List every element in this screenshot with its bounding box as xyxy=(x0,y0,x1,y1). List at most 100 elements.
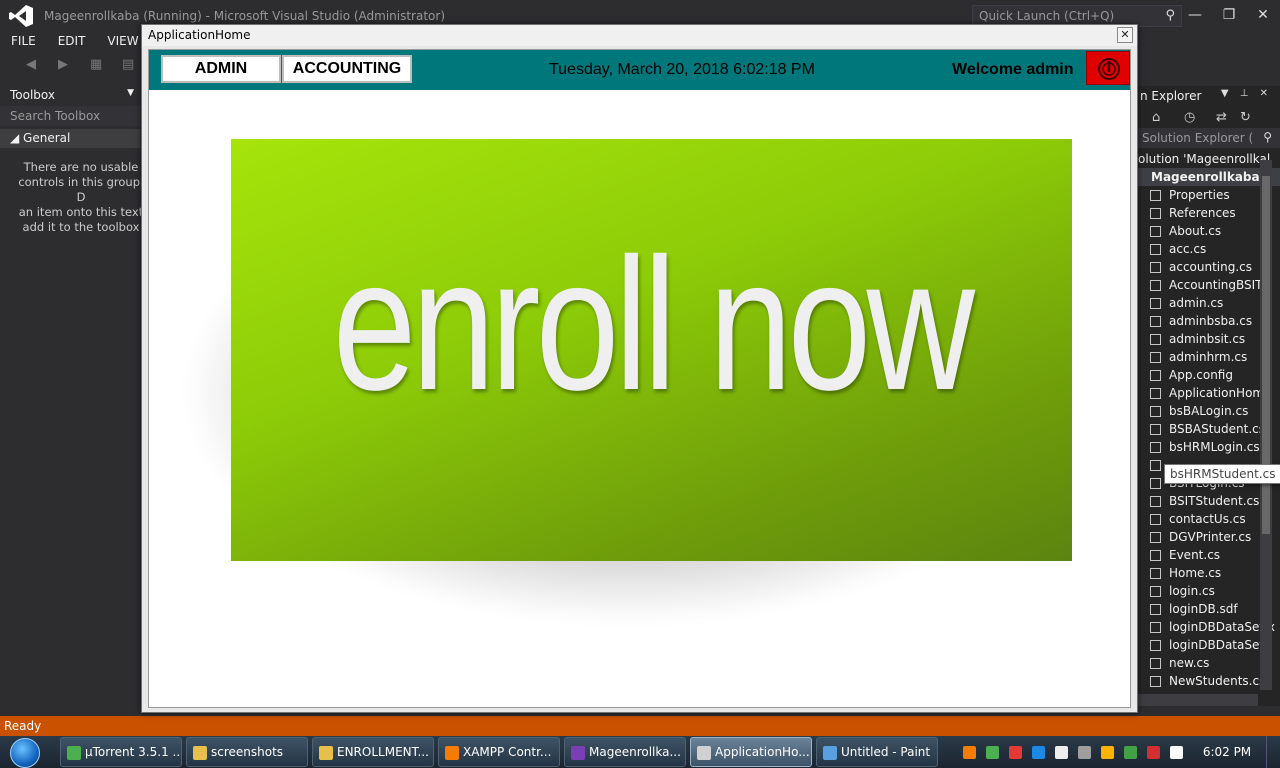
taskbar-item[interactable]: µTorrent 3.5.1 ... xyxy=(60,737,182,767)
new-project-icon[interactable]: ▦ xyxy=(90,57,102,72)
app-icon xyxy=(319,746,333,760)
solution-item[interactable]: Event.cs xyxy=(1138,546,1280,564)
xampp-tray-icon[interactable] xyxy=(963,745,976,759)
solution-item[interactable]: ApplicationHom xyxy=(1138,384,1280,402)
solution-item[interactable]: BSITStudent.cs xyxy=(1138,492,1280,510)
sync-icon[interactable]: ⇄ xyxy=(1216,110,1227,125)
solution-item[interactable]: BSBAStudent.cs xyxy=(1138,420,1280,438)
app-icon xyxy=(193,746,207,760)
status-bar: Ready xyxy=(0,716,1280,736)
close-button[interactable]: ✕ xyxy=(1246,0,1280,30)
solution-item-label: NewStudents.cs xyxy=(1169,674,1266,688)
toolbox-group-general[interactable]: ◢ General xyxy=(0,129,140,148)
solution-tree: olution 'Mageenrollkal Mageenrollkaba Pr… xyxy=(1138,148,1280,690)
dropdown-arrow-icon[interactable]: ▼ xyxy=(127,88,134,98)
solution-item[interactable]: accounting.cs xyxy=(1138,258,1280,276)
solution-item[interactable]: App.config xyxy=(1138,366,1280,384)
solution-item[interactable]: DGVPrinter.cs xyxy=(1138,528,1280,546)
solution-item[interactable]: adminbsba.cs xyxy=(1138,312,1280,330)
solution-item[interactable]: bsBALogin.cs xyxy=(1138,402,1280,420)
minimize-button[interactable]: — xyxy=(1178,0,1212,30)
menu-file[interactable]: FILE xyxy=(0,32,47,52)
show-desktop-button[interactable] xyxy=(1266,736,1280,768)
solution-item-label: Home.cs xyxy=(1169,566,1222,580)
toolbox-search-input[interactable]: Search Toolbox xyxy=(0,106,140,126)
solution-item[interactable]: References xyxy=(1138,204,1280,222)
solution-item-label: AccountingBSITS xyxy=(1169,278,1271,292)
alert-tray-icon[interactable] xyxy=(1009,745,1022,759)
solution-item[interactable]: loginDBDataSet1 xyxy=(1138,636,1280,654)
file-icon xyxy=(1150,496,1161,507)
accounting-button[interactable]: ACCOUNTING xyxy=(282,55,412,83)
forward-icon[interactable]: ▶ xyxy=(58,57,68,72)
file-icon xyxy=(1150,316,1161,327)
file-icon xyxy=(1150,334,1161,345)
taskbar-item-label: Mageenrollka... xyxy=(589,745,681,759)
solution-item[interactable]: admin.cs xyxy=(1138,294,1280,312)
taskbar-item[interactable]: screenshots xyxy=(186,737,308,767)
search-icon[interactable]: ⚲ xyxy=(1263,130,1272,144)
solution-item[interactable]: adminhrm.cs xyxy=(1138,348,1280,366)
search-icon[interactable]: ⚲ xyxy=(1165,8,1175,23)
taskbar-item[interactable]: ApplicationHo... xyxy=(690,737,812,767)
app-title-bar: ApplicationHome ✕ xyxy=(142,25,1137,46)
enroll-banner: enroll now xyxy=(179,135,1109,635)
weather-tray-icon[interactable] xyxy=(1101,745,1114,759)
back-icon[interactable]: ◀ xyxy=(26,57,36,72)
solution-explorer-search-input[interactable]: Solution Explorer ( ⚲ xyxy=(1138,128,1280,148)
solution-explorer-hscrollbar[interactable] xyxy=(1138,694,1258,706)
solution-item[interactable]: NewStudents.cs xyxy=(1138,672,1280,690)
solution-item[interactable]: new.cs xyxy=(1138,654,1280,672)
taskbar-item[interactable]: Untitled - Paint xyxy=(816,737,938,767)
solution-item[interactable]: bsHRMLogin.cs xyxy=(1138,438,1280,456)
solution-item[interactable]: adminbsit.cs xyxy=(1138,330,1280,348)
solution-item[interactable]: Properties xyxy=(1138,186,1280,204)
solution-item[interactable]: Home.cs xyxy=(1138,564,1280,582)
utorrent-tray-icon[interactable] xyxy=(1124,745,1137,759)
refresh-icon[interactable]: ↻ xyxy=(1240,110,1251,125)
app-header-bar: ADMIN ACCOUNTING Tuesday, March 20, 2018… xyxy=(149,50,1130,90)
solution-explorer-scrollbar[interactable] xyxy=(1260,160,1272,690)
toolbox-title: Toolbox xyxy=(10,88,55,102)
solution-item[interactable]: contactUs.cs xyxy=(1138,510,1280,528)
logout-button[interactable] xyxy=(1086,51,1130,85)
solution-item-label: DGVPrinter.cs xyxy=(1169,530,1252,544)
app-tray-icon[interactable] xyxy=(1032,745,1045,759)
file-icon xyxy=(1150,460,1161,471)
file-icon xyxy=(1150,208,1161,219)
volume-tray-icon[interactable] xyxy=(1078,745,1091,759)
solution-item[interactable]: login.cs xyxy=(1138,582,1280,600)
app-close-button[interactable]: ✕ xyxy=(1117,27,1133,43)
solution-item[interactable]: acc.cs xyxy=(1138,240,1280,258)
battery-tray-icon[interactable] xyxy=(1055,745,1068,759)
restore-button[interactable]: ❐ xyxy=(1212,0,1246,30)
solution-item[interactable]: loginDB.sdf xyxy=(1138,600,1280,618)
open-file-icon[interactable]: ▤ xyxy=(122,57,134,72)
solution-item[interactable]: AccountingBSITS xyxy=(1138,276,1280,294)
taskbar-item-label: screenshots xyxy=(211,745,284,759)
menu-edit[interactable]: EDIT xyxy=(47,32,97,52)
misc-tray-icon[interactable] xyxy=(1170,745,1183,759)
taskbar-item[interactable]: ENROLLMENT... xyxy=(312,737,434,767)
solution-node[interactable]: olution 'Mageenrollkal xyxy=(1138,150,1280,168)
solution-item[interactable]: loginDBDataSet.x xyxy=(1138,618,1280,636)
solution-item-label: bsBALogin.cs xyxy=(1169,404,1249,418)
solution-search-placeholder: Solution Explorer ( xyxy=(1142,131,1254,145)
network-tray-icon[interactable] xyxy=(986,745,999,759)
project-node[interactable]: Mageenrollkaba xyxy=(1138,168,1280,186)
home-icon[interactable]: ⌂ xyxy=(1152,110,1160,125)
taskbar-clock[interactable]: 6:02 PM xyxy=(1188,745,1266,759)
file-icon xyxy=(1150,658,1161,669)
taskbar-item-label: XAMPP Contr... xyxy=(463,745,552,759)
taskbar-item[interactable]: Mageenrollka... xyxy=(564,737,686,767)
solution-item[interactable]: About.cs xyxy=(1138,222,1280,240)
flag-tray-icon[interactable] xyxy=(1147,745,1160,759)
solution-item-label: adminhrm.cs xyxy=(1169,350,1248,364)
file-icon xyxy=(1150,604,1161,615)
history-icon[interactable]: ◷ xyxy=(1184,110,1195,125)
system-tray: 6:02 PM xyxy=(958,736,1280,768)
start-button[interactable] xyxy=(0,736,50,768)
admin-button[interactable]: ADMIN xyxy=(161,55,281,83)
taskbar-item[interactable]: XAMPP Contr... xyxy=(438,737,560,767)
panel-controls-icon[interactable]: ▼ ⊥ ✕ xyxy=(1221,88,1272,99)
